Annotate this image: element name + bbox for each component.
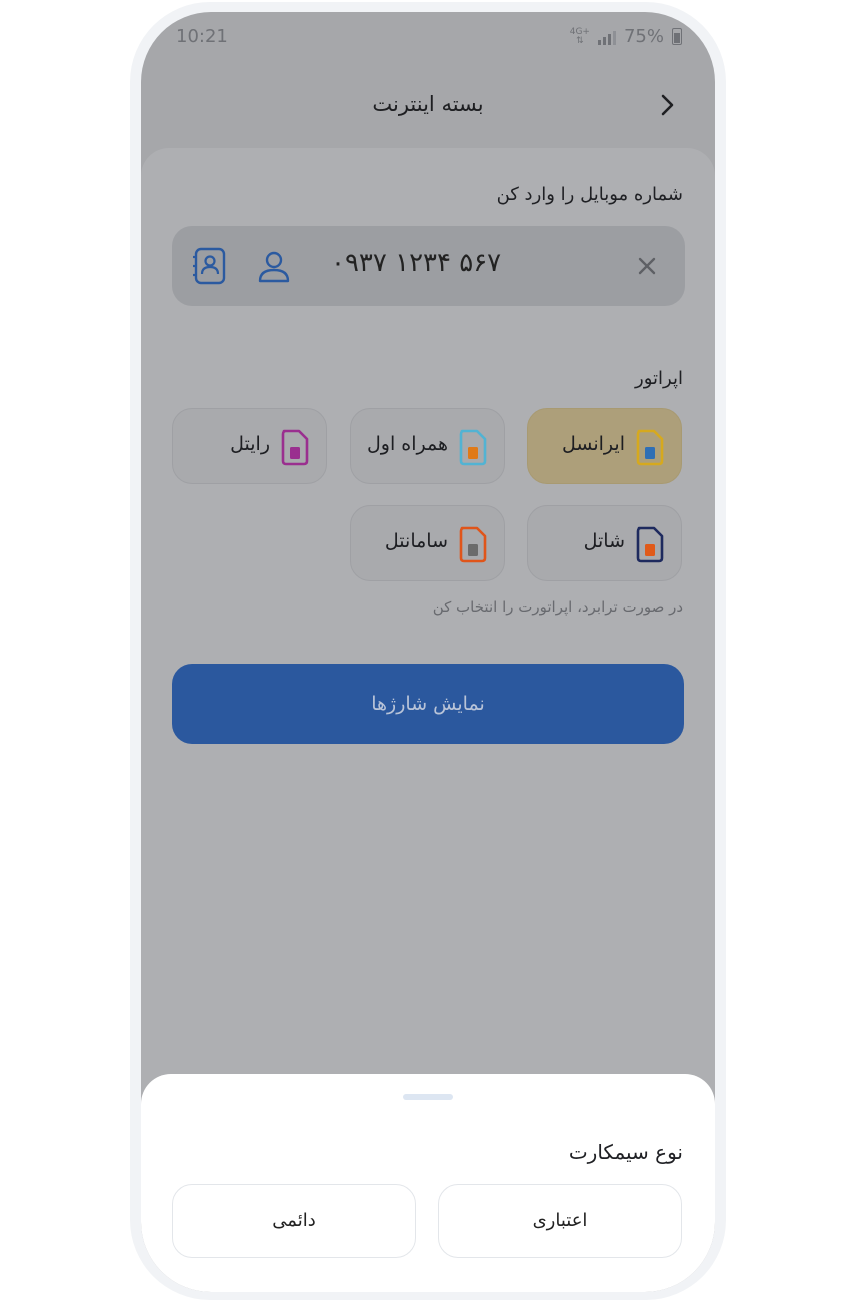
contact-book-icon (193, 247, 226, 285)
show-charges-button[interactable]: نمایش شارژها (172, 664, 684, 744)
page-title: بسته اینترنت (372, 92, 484, 116)
operator-name: ایرانسل (562, 433, 625, 455)
operator-name: همراه اول (366, 433, 448, 455)
sim-type-sheet: نوع سیمکارت اعتباری دائمی (141, 1074, 715, 1292)
operator-shatel-card[interactable]: شاتل (527, 505, 682, 581)
phone-value[interactable]: ۰۹۳۷ ۱۲۳۴ ۵۶۷ (331, 248, 501, 278)
operator-name: شاتل (583, 530, 625, 552)
sim-card-icon (459, 429, 487, 466)
phone-label: شماره موبایل را وارد کن (496, 184, 683, 205)
close-icon (638, 257, 656, 275)
operator-hamrahe-aval-card[interactable]: همراه اول (350, 408, 505, 484)
sim-card-icon (636, 526, 664, 563)
sheet-drag-handle[interactable] (403, 1094, 453, 1100)
clear-button[interactable] (633, 252, 661, 280)
postpaid-option[interactable]: دائمی (172, 1184, 416, 1258)
user-icon (258, 251, 290, 283)
back-button[interactable] (653, 84, 683, 124)
status-bar: 10:21 4G+ ⇅ 75% (141, 12, 715, 62)
operator-samantel-card[interactable]: سامانتل (350, 505, 505, 581)
operator-irancell-card[interactable]: ایرانسل (527, 408, 682, 484)
app-screen: 10:21 4G+ ⇅ 75% بسته اینترنت شماره موبایل… (141, 12, 715, 1292)
battery-icon (672, 28, 682, 45)
operator-rightel-card[interactable]: رایتل (172, 408, 327, 484)
portability-hint: در صورت ترابرد، اپراتورت را انتخاب کن (432, 598, 683, 616)
user-button[interactable] (255, 248, 293, 290)
sheet-title: نوع سیمکارت (568, 1140, 683, 1164)
sim-card-icon (281, 429, 309, 466)
status-time: 10:21 (176, 26, 228, 47)
operator-label: اپراتور (635, 368, 683, 389)
prepaid-option[interactable]: اعتباری (438, 1184, 682, 1258)
contacts-button[interactable] (191, 246, 229, 290)
signal-icon (597, 29, 616, 45)
sim-card-icon (636, 429, 664, 466)
operator-name: سامانتل (384, 530, 448, 552)
network-type-icon: 4G+ ⇅ (569, 26, 590, 46)
battery-percent: 75% (623, 26, 664, 47)
chevron-right-icon (661, 94, 674, 116)
sim-card-icon (459, 526, 487, 563)
operator-name: رایتل (230, 433, 270, 455)
